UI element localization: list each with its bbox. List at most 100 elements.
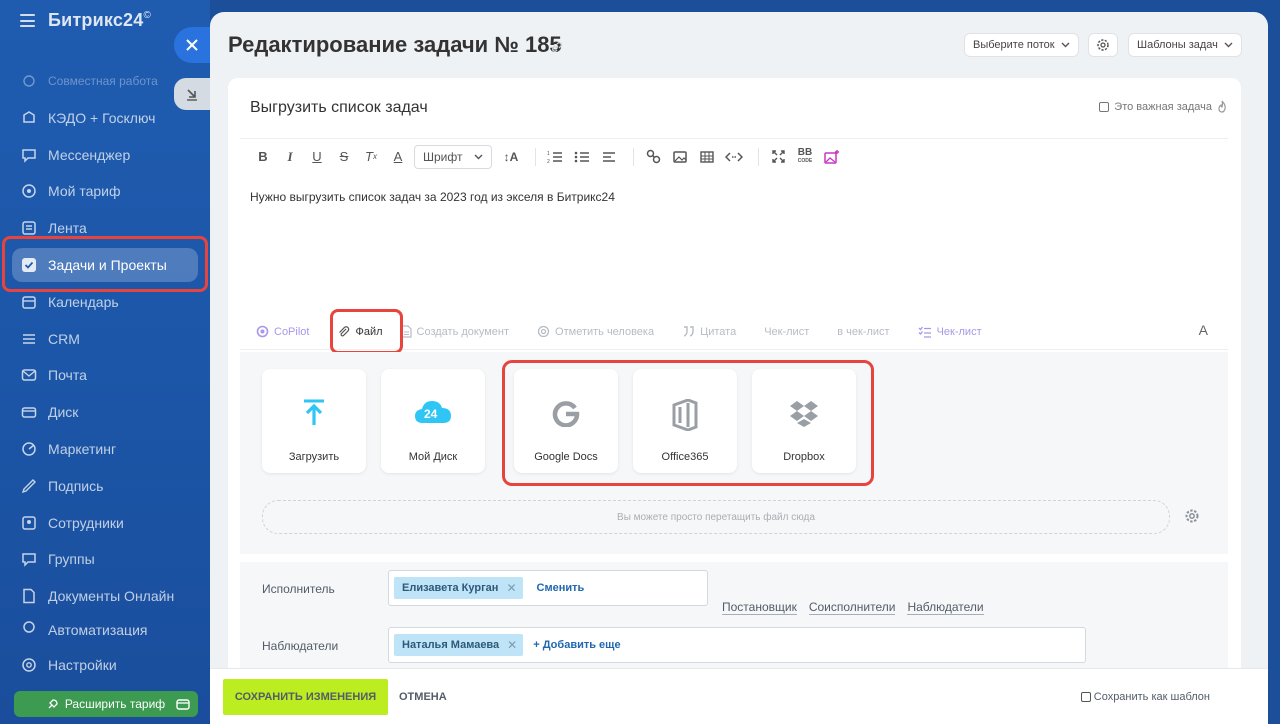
- sidebar-item-label: Документы Онлайн: [48, 588, 175, 604]
- sidebar-item-label: Подпись: [48, 478, 104, 494]
- svg-text:2: 2: [547, 159, 550, 164]
- collab-icon: [20, 72, 38, 90]
- sidebar-item-sign[interactable]: Подпись: [12, 469, 198, 503]
- font-select[interactable]: Шрифт: [414, 144, 492, 169]
- upload-tile-label: Загрузить: [288, 451, 340, 463]
- change-responsible-link[interactable]: Сменить: [537, 582, 585, 594]
- clear-format-button[interactable]: Tx: [360, 145, 382, 169]
- sidebar-item-plan[interactable]: Мой тариф: [12, 174, 198, 208]
- toolbar-divider: [633, 147, 634, 166]
- sidebar-item-mail[interactable]: Почта: [12, 358, 198, 392]
- observers-label: Наблюдатели: [262, 639, 339, 653]
- save-as-template-toggle[interactable]: Сохранить как шаблон: [1080, 691, 1210, 703]
- bbcode-icon[interactable]: BB CODE: [794, 145, 816, 169]
- sidebar-item-collab[interactable]: Совместная работа: [12, 64, 198, 98]
- responsible-label: Исполнитель: [262, 582, 335, 596]
- flow-select[interactable]: Выберите поток: [964, 33, 1079, 57]
- brand-logo[interactable]: Битрикс24©: [48, 10, 151, 31]
- upgrade-plan-button[interactable]: Расширить тариф: [14, 691, 198, 717]
- sidebar-item-hr-docs[interactable]: КЭДО + Госключ: [12, 101, 198, 135]
- sidebar-item-crm[interactable]: CRM: [12, 322, 198, 356]
- underline-button[interactable]: U: [306, 145, 328, 169]
- drop-zone[interactable]: Вы можете просто перетащить файл сюда: [262, 500, 1170, 534]
- role-link-coexecutors[interactable]: Соисполнители: [808, 600, 896, 615]
- save-as-template-checkbox[interactable]: [1080, 692, 1091, 702]
- italic-button[interactable]: I: [279, 145, 301, 169]
- highlight-frame-tasks: [2, 236, 208, 292]
- font-toggle-button[interactable]: A: [1199, 322, 1208, 338]
- sidebar-item-label: КЭДО + Госключ: [48, 110, 156, 126]
- my-disk-tile-label: Мой Диск: [408, 451, 458, 463]
- role-link-observers[interactable]: Наблюдатели: [907, 600, 984, 615]
- sidebar-item-messenger[interactable]: Мессенджер: [12, 138, 198, 172]
- sidebar-item-groups[interactable]: Группы: [12, 542, 198, 576]
- copy-link-icon[interactable]: [550, 40, 564, 54]
- toolbar-divider: [758, 147, 759, 166]
- upload-tile[interactable]: Загрузить: [262, 369, 366, 473]
- checklist-plain-button[interactable]: Чек-лист: [764, 326, 809, 338]
- my-disk-tile[interactable]: 24 Мой Диск: [381, 369, 485, 473]
- marketing-icon: [20, 440, 38, 458]
- highlight-frame-file: [330, 309, 403, 354]
- save-as-template-label: Сохранить как шаблон: [1093, 691, 1210, 703]
- chevron-down-icon: [1061, 42, 1070, 48]
- create-document-button[interactable]: Создать документ: [400, 325, 509, 338]
- bold-button[interactable]: B: [252, 145, 274, 169]
- sidebar-item-settings[interactable]: Настройки: [12, 648, 198, 682]
- mail-icon: [20, 366, 38, 384]
- table-icon[interactable]: [696, 145, 718, 169]
- svg-text:24: 24: [424, 407, 438, 421]
- sidebar-item-automation[interactable]: Автоматизация: [12, 616, 198, 636]
- editor-toolbar: B I U S Tx A Шрифт ↕A 12 BB CODE: [240, 138, 1228, 174]
- task-form-card: Выгрузить список задач Это важная задача…: [228, 78, 1241, 724]
- sidebar-item-employees[interactable]: Сотрудники: [12, 506, 198, 540]
- copilot-button[interactable]: CoPilot: [256, 325, 309, 338]
- ai-image-icon[interactable]: [821, 145, 843, 169]
- collapse-arrow-icon: [185, 87, 199, 101]
- code-icon[interactable]: [723, 145, 745, 169]
- task-title-input[interactable]: Выгрузить список задач: [250, 99, 428, 117]
- strikethrough-button[interactable]: S: [333, 145, 355, 169]
- gear-icon[interactable]: [1184, 508, 1200, 524]
- task-description-editor[interactable]: Нужно выгрузить список задач за 2023 год…: [250, 190, 615, 204]
- observers-field[interactable]: Наталья Мамаева ✕ + Добавить еще: [388, 627, 1086, 663]
- minimize-slider-button[interactable]: [174, 78, 210, 110]
- text-color-button[interactable]: A: [387, 145, 409, 169]
- image-icon[interactable]: [669, 145, 691, 169]
- remove-chip-icon[interactable]: ✕: [507, 638, 517, 652]
- checklist-button[interactable]: Чек-лист: [918, 326, 982, 338]
- settings-icon: [20, 656, 38, 674]
- align-icon[interactable]: [598, 145, 620, 169]
- fullscreen-icon[interactable]: [767, 145, 789, 169]
- link-icon[interactable]: [642, 145, 664, 169]
- mention-button[interactable]: Отметить человека: [537, 325, 654, 338]
- remove-chip-icon[interactable]: ✕: [506, 581, 516, 595]
- numbered-list-icon[interactable]: 12: [544, 145, 566, 169]
- sidebar-item-marketing[interactable]: Маркетинг: [12, 432, 198, 466]
- mention-label: Отметить человека: [555, 325, 655, 338]
- upload-arrow-icon: [262, 399, 366, 427]
- save-changes-button[interactable]: СОХРАНИТЬ ИЗМЕНЕНИЯ: [223, 679, 388, 715]
- font-size-button[interactable]: ↕A: [500, 145, 522, 169]
- responsible-field[interactable]: Елизавета Курган ✕ Сменить: [388, 570, 708, 606]
- quote-label: Цитата: [700, 325, 737, 338]
- quote-button[interactable]: Цитата: [682, 326, 736, 338]
- sidebar-item-label: Почта: [48, 367, 87, 383]
- important-checkbox[interactable]: [1099, 101, 1110, 112]
- add-observer-link[interactable]: + Добавить еще: [533, 639, 620, 651]
- task-templates-button[interactable]: Шаблоны задач: [1128, 33, 1242, 57]
- sidebar-item-label: CRM: [48, 331, 80, 347]
- close-slider-button[interactable]: [174, 27, 210, 63]
- important-task-toggle[interactable]: Это важная задача: [1099, 100, 1227, 113]
- file-upload-area: Загрузить 24 Мой Диск Google Docs Office…: [240, 352, 1228, 554]
- left-sidebar: Битрикс24© Совместная работа КЭДО + Госк…: [0, 0, 210, 724]
- sidebar-item-docs-online[interactable]: Документы Онлайн: [12, 579, 198, 613]
- cancel-button[interactable]: ОТМЕНА: [399, 691, 447, 703]
- settings-button[interactable]: [1088, 33, 1118, 57]
- bullet-list-icon[interactable]: [571, 145, 593, 169]
- sidebar-item-disk[interactable]: Диск: [12, 395, 198, 429]
- role-link-creator[interactable]: Постановщик: [722, 600, 797, 615]
- sidebar-item-label: Совместная работа: [48, 74, 158, 88]
- menu-burger-icon[interactable]: [20, 14, 35, 27]
- to-checklist-button[interactable]: в чек-лист: [837, 326, 889, 338]
